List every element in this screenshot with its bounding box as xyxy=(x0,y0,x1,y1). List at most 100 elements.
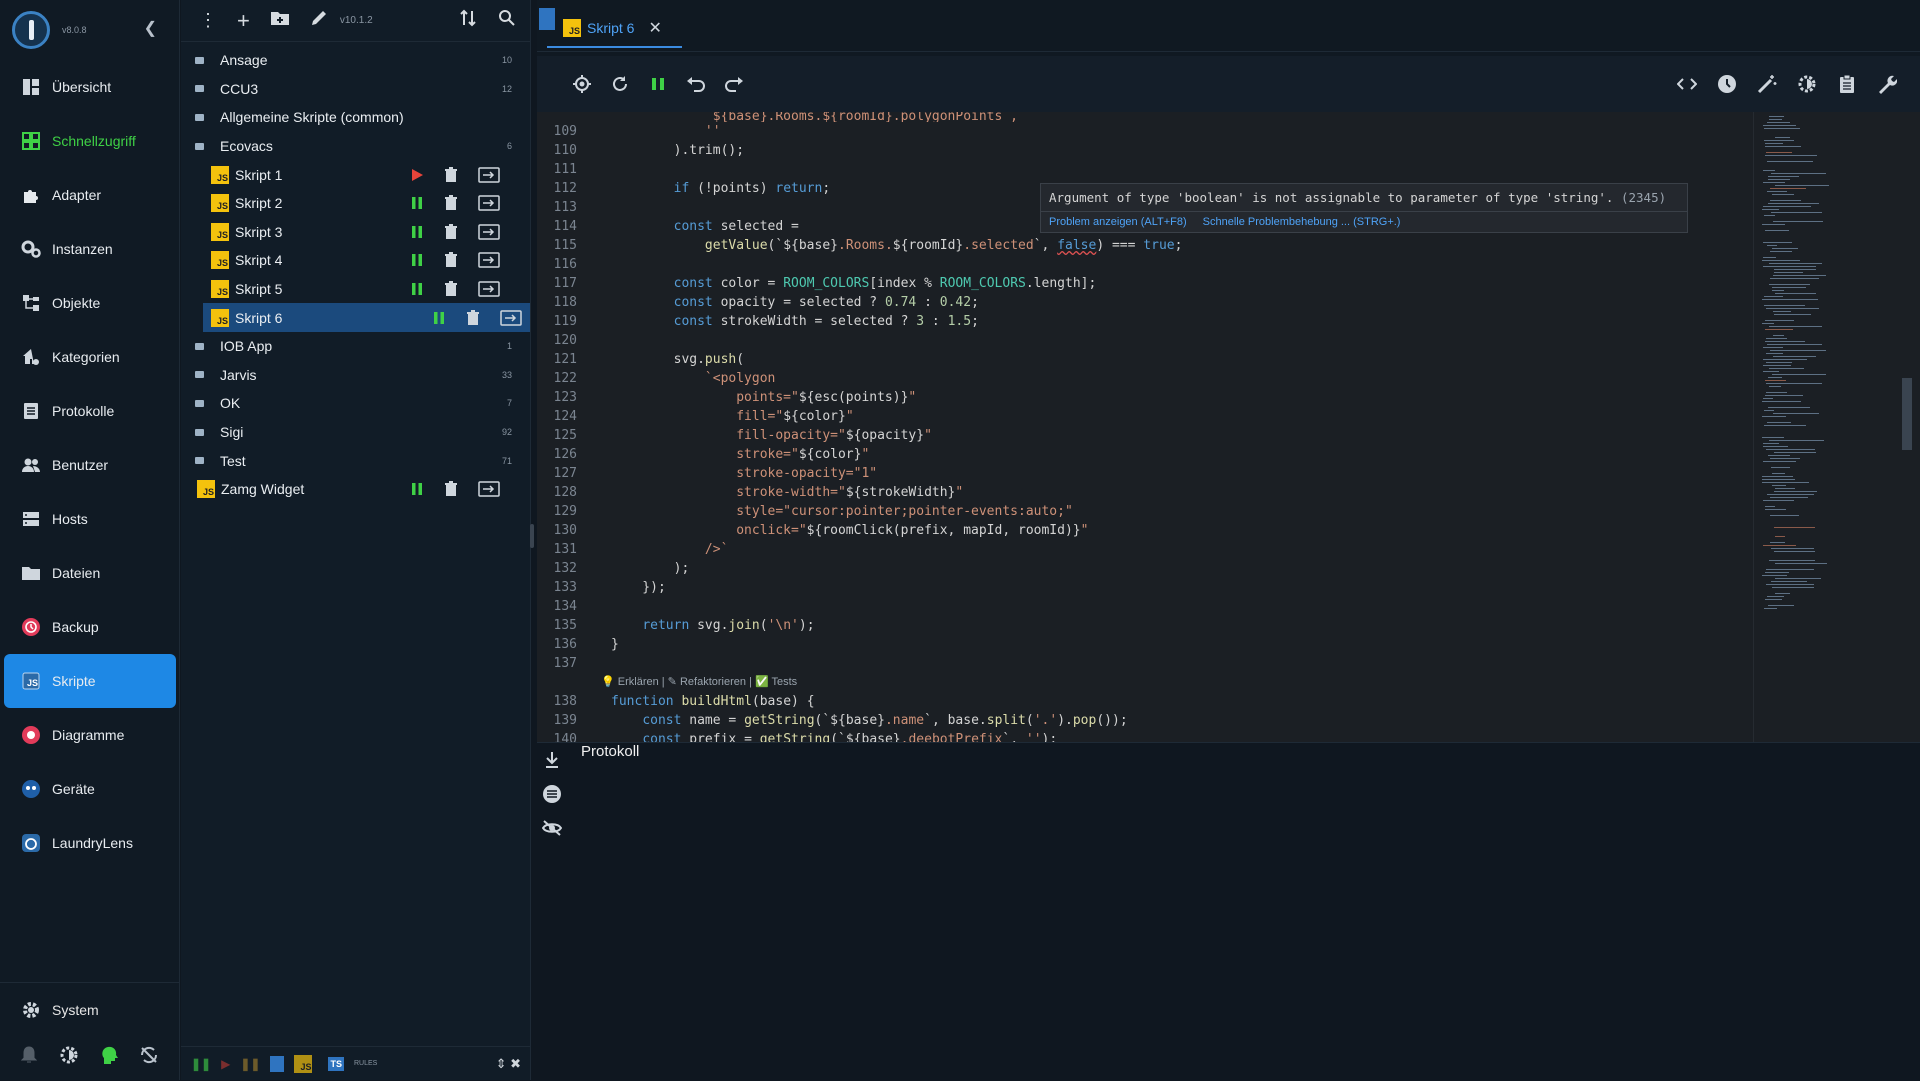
tree-script[interactable]: JS Skript 4 xyxy=(181,246,530,275)
magic-wand-icon[interactable] xyxy=(1756,73,1778,95)
sort-icon[interactable] xyxy=(460,9,476,32)
delete-icon[interactable] xyxy=(443,223,459,240)
quick-fix-link[interactable]: Schnelle Problembehebung ... (STRG+.) xyxy=(1203,216,1401,228)
editor-scrollbar[interactable] xyxy=(1902,378,1912,450)
tree-folder[interactable]: Jarvis 33 xyxy=(181,361,530,390)
play-filter-icon[interactable]: ▶ xyxy=(221,1057,230,1071)
bell-icon[interactable] xyxy=(18,1044,40,1066)
undo-icon[interactable] xyxy=(685,73,707,95)
wrench-icon[interactable] xyxy=(1876,73,1898,95)
pause-icon[interactable] xyxy=(409,252,425,268)
tab-skript-6[interactable]: JS Skript 6 ✕ xyxy=(547,10,682,48)
code-minimap[interactable] xyxy=(1753,112,1920,742)
tree-folder[interactable]: CCU3 12 xyxy=(181,75,530,104)
nav-item-diagramme[interactable]: Diagramme xyxy=(0,708,180,762)
theme-icon[interactable] xyxy=(58,1044,80,1066)
expand-collapse-icon[interactable]: ⇕ ✖ xyxy=(496,1056,531,1072)
delete-icon[interactable] xyxy=(443,195,459,211)
search-icon[interactable] xyxy=(498,9,516,32)
delete-icon[interactable] xyxy=(443,166,459,183)
pause-icon[interactable] xyxy=(409,224,425,240)
panel-splitter[interactable] xyxy=(530,524,534,548)
export-icon[interactable] xyxy=(477,195,501,212)
nav-item-system[interactable]: System xyxy=(0,982,180,1036)
rules-filter-label[interactable]: RULES xyxy=(354,1060,377,1067)
hover-message: Argument of type 'boolean' is not assign… xyxy=(1041,184,1687,212)
blockly-filter-icon[interactable] xyxy=(270,1055,285,1072)
code-line: 122 `<polygon xyxy=(553,371,776,386)
delete-icon[interactable] xyxy=(443,281,459,297)
minimap-line xyxy=(1772,587,1814,588)
export-icon[interactable] xyxy=(477,481,501,497)
export-icon[interactable] xyxy=(477,252,501,269)
add-script-icon[interactable]: + xyxy=(237,8,250,34)
close-icon[interactable]: ✕ xyxy=(648,18,661,38)
more-vertical-icon[interactable]: ⋮ xyxy=(199,10,217,31)
collapse-menu-icon[interactable]: ❮ xyxy=(144,18,157,38)
tree-folder[interactable]: Sigi 92 xyxy=(181,418,530,447)
tree-script[interactable]: JS Skript 1 xyxy=(181,160,530,189)
nav-item-schnellzugriff[interactable]: Schnellzugriff xyxy=(0,114,180,168)
nav-item-objekte[interactable]: Objekte xyxy=(0,276,180,330)
nav-item-hosts[interactable]: Hosts xyxy=(0,492,180,546)
pause-icon[interactable] xyxy=(409,481,425,497)
clock-icon[interactable] xyxy=(1716,73,1738,95)
sync-off-icon[interactable] xyxy=(138,1044,160,1066)
delete-icon[interactable] xyxy=(443,252,459,268)
export-icon[interactable] xyxy=(477,281,501,297)
nav-item-geraete[interactable]: Geräte xyxy=(0,762,180,816)
show-problem-link[interactable]: Problem anzeigen (ALT+F8) xyxy=(1049,216,1187,228)
tree-folder[interactable]: Ansage 10 xyxy=(181,46,530,75)
nav-item-skripte[interactable]: JS Skripte xyxy=(4,654,176,708)
edit-icon[interactable] xyxy=(310,9,328,32)
tree-folder[interactable]: Ecovacs 6 xyxy=(181,132,530,161)
expert-mode-icon[interactable] xyxy=(98,1044,120,1066)
codelens-actions[interactable]: 💡 Erklären | ✎ Refaktorieren | ✅ Tests xyxy=(537,673,1753,692)
pause-filter-icon[interactable]: ❚❚ xyxy=(191,1057,211,1071)
nav-item-kategorien[interactable]: Kategorien xyxy=(0,330,180,384)
tree-folder[interactable]: Allgemeine Skripte (common) xyxy=(181,103,530,132)
tree-folder[interactable]: IOB App 1 xyxy=(181,332,530,361)
pause-icon[interactable] xyxy=(647,73,669,95)
nav-item-instanzen[interactable]: Instanzen xyxy=(0,222,180,276)
tree-script[interactable]: JS Skript 6 xyxy=(203,303,530,332)
iobroker-logo[interactable] xyxy=(12,11,50,49)
clipboard-icon[interactable] xyxy=(1836,73,1858,95)
clear-log-icon[interactable] xyxy=(541,783,563,805)
pause-icon[interactable] xyxy=(431,310,447,326)
stop-filter-icon[interactable]: ❚❚ xyxy=(240,1057,260,1071)
js-filter-badge[interactable]: JS xyxy=(294,1054,313,1073)
redo-icon[interactable] xyxy=(723,73,745,95)
nav-item-protokolle[interactable]: Protokolle xyxy=(0,384,180,438)
restart-icon[interactable] xyxy=(609,73,631,95)
tree-script[interactable]: JS Skript 5 xyxy=(181,275,530,304)
pause-icon[interactable] xyxy=(409,281,425,297)
ts-filter-badge[interactable]: TS xyxy=(328,1056,344,1071)
minimap-line xyxy=(1762,482,1809,483)
nav-item-dateien[interactable]: Dateien xyxy=(0,546,180,600)
hide-log-icon[interactable] xyxy=(541,817,563,839)
download-icon[interactable] xyxy=(541,749,563,771)
export-icon[interactable] xyxy=(477,224,501,240)
nav-item-backup[interactable]: Backup xyxy=(0,600,180,654)
tree-folder[interactable]: OK 7 xyxy=(181,389,530,418)
nav-item-benutzer[interactable]: Benutzer xyxy=(0,438,180,492)
delete-icon[interactable] xyxy=(443,481,459,497)
nav-item-laundrylens[interactable]: LaundryLens xyxy=(0,816,180,870)
delete-icon[interactable] xyxy=(465,309,481,326)
target-icon[interactable] xyxy=(571,73,593,95)
tree-folder[interactable]: Test 71 xyxy=(181,446,530,475)
code-icon[interactable] xyxy=(1676,73,1698,95)
pause-icon[interactable] xyxy=(409,195,425,211)
tree-script[interactable]: JS Skript 3 xyxy=(181,218,530,247)
nav-item-uebersicht[interactable]: Übersicht xyxy=(0,60,180,114)
tree-script[interactable]: JS Skript 2 xyxy=(181,189,530,218)
play-icon[interactable] xyxy=(409,167,425,183)
add-folder-icon[interactable] xyxy=(270,10,290,31)
export-icon[interactable] xyxy=(477,166,501,183)
minimap-line xyxy=(1763,461,1796,462)
tree-script[interactable]: JS Zamg Widget xyxy=(181,475,530,504)
nav-item-adapter[interactable]: Adapter xyxy=(0,168,180,222)
settings-brightness-icon[interactable] xyxy=(1796,73,1818,95)
export-icon[interactable] xyxy=(499,309,523,326)
